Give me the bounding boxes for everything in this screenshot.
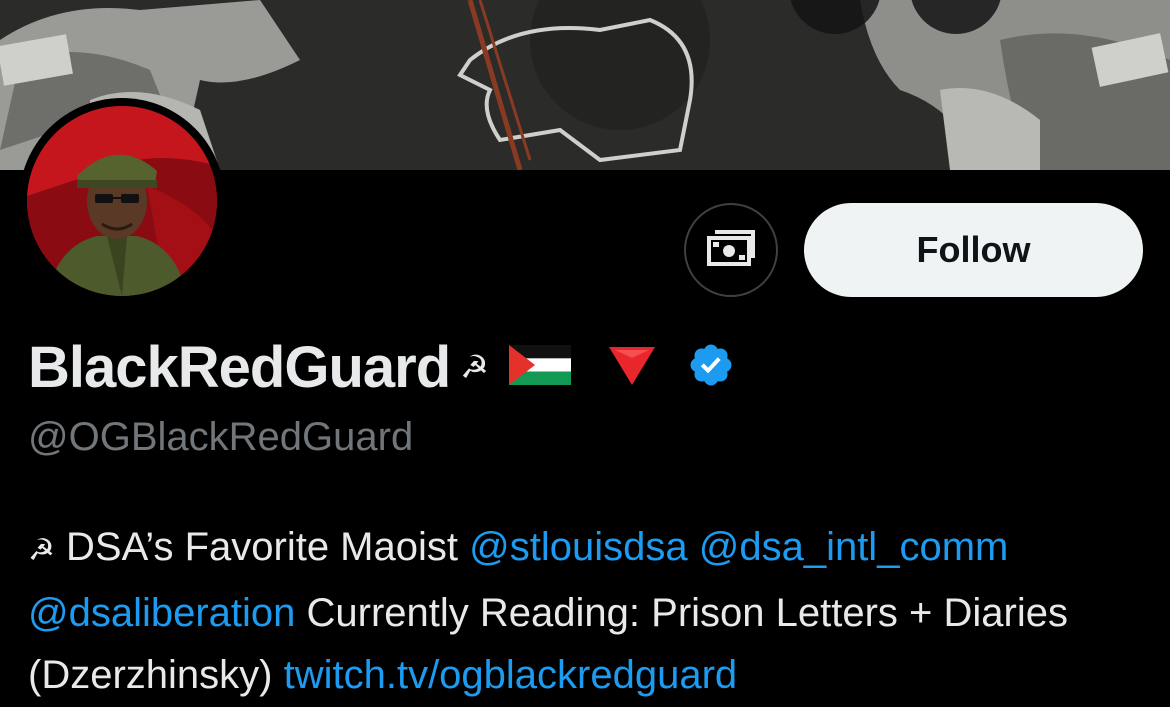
avatar-border [19,98,225,304]
bio-space [688,525,699,569]
money-icon [706,228,756,273]
profile-handle: @OGBlackRedGuard [28,415,414,459]
display-name: BlackRedGuard [28,334,451,400]
red-triangle-icon [607,343,657,392]
mention-link[interactable]: @dsa_intl_comm [699,525,1009,569]
follow-button[interactable]: Follow [804,203,1143,297]
hammer-and-sickle-icon: ☭ [28,534,55,567]
profile-bio: ☭ DSA’s Favorite Maoist @stlouisdsa @dsa… [28,516,1148,706]
mention-link[interactable]: @stlouisdsa [469,525,687,569]
bio-text: DSA’s Favorite Maoist [54,525,470,569]
verified-badge-icon[interactable] [687,341,735,394]
hammer-and-sickle-icon: ☭ [460,349,489,385]
display-name-row: BlackRedGuard ☭ [28,330,735,404]
avatar[interactable] [27,106,217,296]
website-link[interactable]: twitch.tv/ogblackredguard [284,653,738,697]
palestine-flag-icon [508,344,571,390]
tip-button[interactable] [684,203,778,297]
mention-link[interactable]: @dsaliberation [28,591,295,635]
